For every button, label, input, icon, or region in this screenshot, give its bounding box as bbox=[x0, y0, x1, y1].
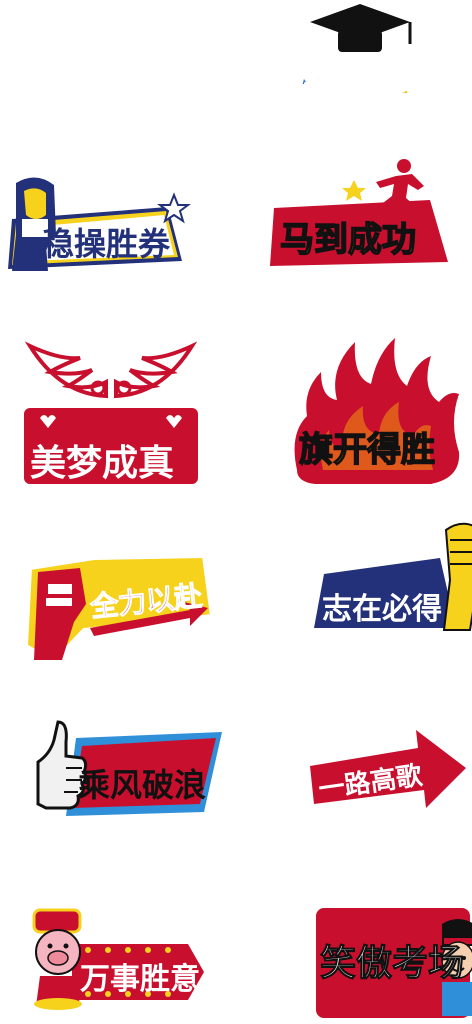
char-jin: 金 bbox=[249, 54, 297, 107]
sticker-quan-li-yi-fu: 全力以赴 bbox=[23, 550, 215, 668]
sticker-wen-cao-sheng-quan: 稳操胜券 bbox=[2, 175, 192, 280]
fist-icon bbox=[34, 568, 86, 660]
sticker-text: 乘风破浪 bbox=[78, 766, 207, 804]
sticker-jin-bang-ti-ming: 金 榜 题 名 bbox=[249, 4, 440, 120]
char-ti: 题 bbox=[341, 60, 385, 111]
sticker-text: 美梦成真 bbox=[30, 443, 175, 484]
sticker-text: 稳操胜券 bbox=[42, 225, 171, 263]
sticker-xiao-ao-kao-chang: 笑傲考场 bbox=[312, 904, 472, 1022]
sticker-text: 马到成功 bbox=[279, 219, 417, 261]
sticker-text: 万事胜意 bbox=[80, 962, 200, 997]
sticker-wan-shi-sheng-yi: 万事胜意 bbox=[28, 906, 212, 1012]
sticker-mei-meng-cheng-zhen: 美梦成真 bbox=[20, 336, 202, 488]
sticker-text: 志在必得 bbox=[322, 592, 442, 627]
sticker-cheng-feng-po-lang: 乘风破浪 bbox=[32, 718, 228, 824]
wings-icon bbox=[24, 341, 198, 399]
pig-mascot-icon bbox=[32, 908, 82, 1010]
char-bang: 榜 bbox=[295, 63, 337, 111]
sticker-qi-kai-de-sheng: 旗开得胜 bbox=[283, 322, 469, 497]
char-ming: 名 bbox=[385, 66, 433, 119]
sticker-text: 笑傲考场 bbox=[319, 943, 465, 985]
sticker-text: 旗开得胜 bbox=[298, 429, 436, 471]
raised-fist-icon bbox=[442, 522, 472, 631]
sticker-ma-dao-cheng-gong: 马到成功 bbox=[262, 158, 457, 276]
sticker-zhi-zai-bi-de: 志在必得 bbox=[310, 520, 472, 636]
sticker-yi-lu-gao-ge: 一路高歌 bbox=[302, 712, 472, 824]
